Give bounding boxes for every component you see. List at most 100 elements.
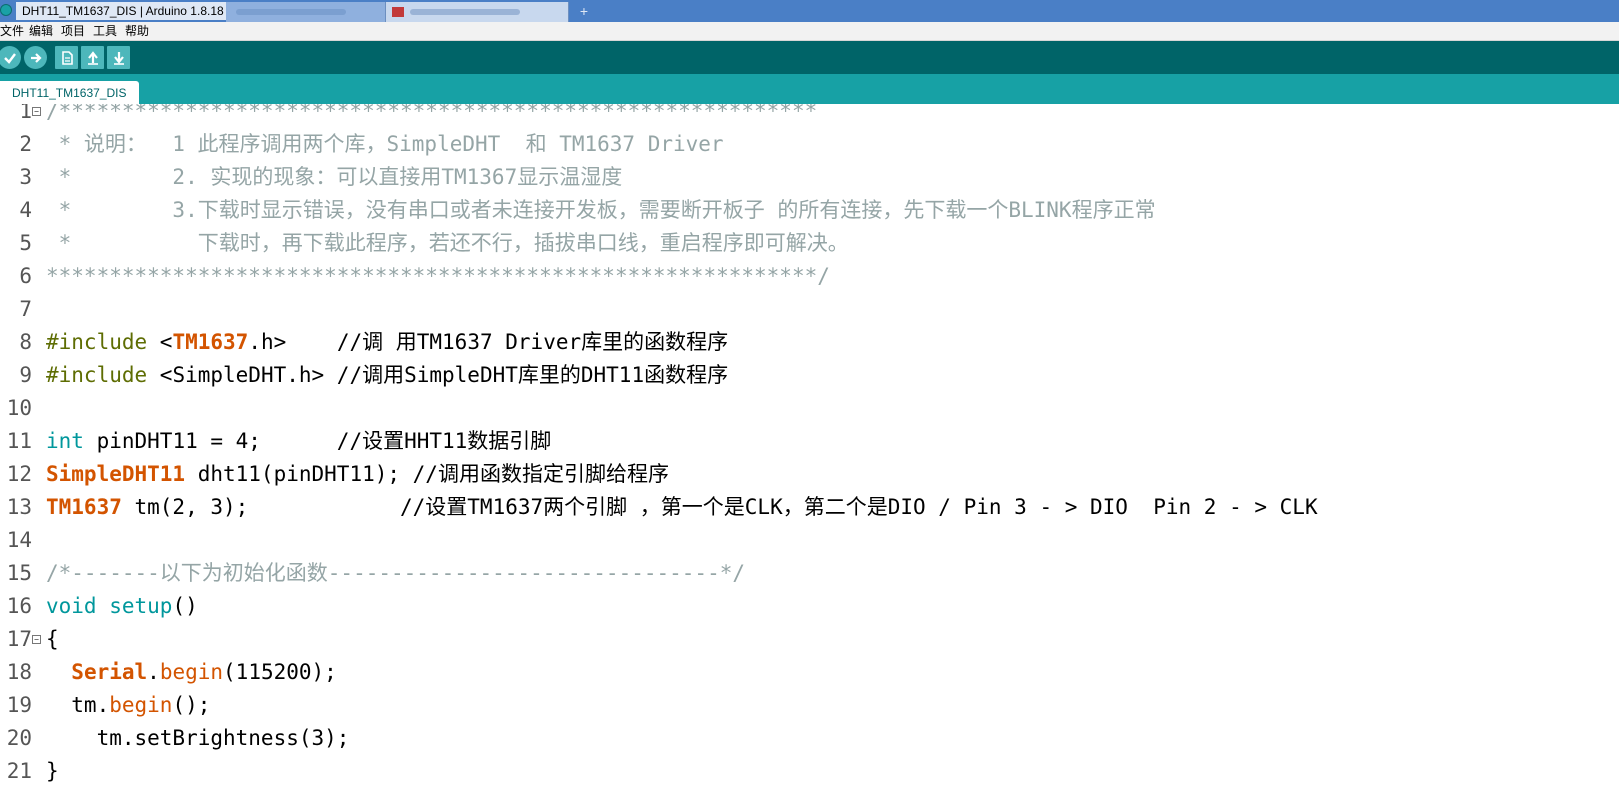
code-token-text: {	[46, 627, 59, 651]
code-line[interactable]: SimpleDHT11 dht11(pinDHT11); //调用函数指定引脚给…	[46, 458, 669, 491]
line-number: 8	[19, 330, 32, 354]
code-token-kw: int	[46, 429, 84, 453]
line-number: 18	[6, 660, 32, 684]
code-editor[interactable]: 1−2 3 4 5 6 7 8 9 10 11 12 13 14 15 16 17−18 19 20 21 /***…	[0, 104, 1619, 812]
line-number: 15	[6, 561, 32, 585]
code-token-kw: void	[46, 594, 97, 618]
line-number: 1	[19, 104, 32, 123]
check-icon	[3, 52, 16, 64]
code-line[interactable]: void setup()	[46, 590, 198, 623]
blurred-tab-title	[236, 9, 346, 15]
line-number: 3	[19, 165, 32, 189]
code-token-comment: * 2. 实现的现象：可以直接用TM1367显示温湿度	[46, 165, 623, 189]
upload-button[interactable]	[24, 46, 47, 69]
code-line[interactable]: tm.begin();	[46, 689, 210, 722]
line-number: 20	[6, 726, 32, 750]
line-number: 2	[19, 132, 32, 156]
code-token-comment: * 下载时，再下载此程序，若还不行，插拔串口线，重启程序即可解决。	[46, 231, 849, 255]
code-line[interactable]: }	[46, 755, 59, 788]
code-token-func: begin	[109, 693, 173, 717]
line-number: 9	[19, 363, 32, 387]
line-number: 19	[6, 693, 32, 717]
fold-toggle-icon[interactable]: −	[32, 107, 41, 116]
background-window-tab[interactable]	[226, 2, 386, 22]
new-tab-plus-icon[interactable]: +	[574, 2, 594, 20]
arrow-right-icon	[30, 52, 42, 63]
code-line[interactable]: #include <SimpleDHT.h> //调用SimpleDHT库里的D…	[46, 359, 728, 392]
code-token-comment: * 3.下载时显示错误，没有串口或者未连接开发板，需要断开板子 的所有连接，先下…	[46, 198, 1156, 222]
code-token-comment: /*-------以下为初始化函数-----------------------…	[46, 561, 746, 585]
code-token-dir: #include	[46, 330, 148, 354]
code-token-text: ();	[172, 693, 211, 717]
background-window-tab[interactable]	[386, 2, 569, 22]
code-token-text: //调 用TM1637 Driver库里的函数程序	[336, 330, 729, 354]
fold-toggle-icon[interactable]: −	[32, 635, 41, 644]
line-number: 21	[6, 759, 32, 783]
sketch-tab-bar: DHT11_TM1637_DIS	[0, 74, 1619, 104]
code-token-type: SimpleDHT11	[46, 462, 186, 486]
menu-edit[interactable]: 编辑	[29, 22, 53, 40]
code-token-type: Serial	[71, 660, 148, 684]
code-line[interactable]: * 下载时，再下载此程序，若还不行，插拔串口线，重启程序即可解决。	[46, 227, 849, 260]
menu-help[interactable]: 帮助	[125, 22, 149, 40]
code-token-type: TM1637	[46, 495, 122, 519]
title-bar: DHT11_TM1637_DIS | Arduino 1.8.18 +	[0, 0, 1619, 22]
code-token-comment: * 说明： 1 此程序调用两个库，SimpleDHT 和 TM1637 Driv…	[46, 132, 724, 156]
tab-favicon-icon	[392, 7, 404, 17]
line-number: 4	[19, 198, 32, 222]
line-number: 17	[6, 627, 32, 651]
code-line[interactable]: {	[46, 623, 59, 656]
menu-tools[interactable]: 工具	[93, 22, 117, 40]
line-number: 10	[6, 396, 32, 420]
code-token-text: <	[147, 330, 173, 354]
code-line[interactable]: * 说明： 1 此程序调用两个库，SimpleDHT 和 TM1637 Driv…	[46, 128, 724, 161]
code-line[interactable]: Serial.begin(115200);	[46, 656, 337, 689]
line-number-gutter: 1−2 3 4 5 6 7 8 9 10 11 12 13 14 15 16 17−18 19 20 21	[0, 104, 44, 812]
code-token-text: pinDHT11 = 4; //设置HHT11数据引脚	[83, 429, 552, 453]
code-line[interactable]: tm.setBrightness(3);	[46, 722, 350, 755]
new-button[interactable]	[55, 46, 78, 69]
verify-button[interactable]	[0, 46, 21, 69]
line-number: 7	[19, 297, 32, 321]
arrow-down-icon	[113, 51, 124, 65]
code-line[interactable]: * 2. 实现的现象：可以直接用TM1367显示温湿度	[46, 161, 623, 194]
code-token-dir: #include	[46, 363, 148, 387]
menu-sketch[interactable]: 项目	[61, 22, 85, 40]
line-number: 11	[6, 429, 32, 453]
line-number: 16	[6, 594, 32, 618]
code-token-text: tm(2, 3); //设置TM1637两个引脚 ，第一个是CLK，第二个是DI…	[121, 495, 1318, 519]
code-token-text: tm.setBrightness(3);	[46, 726, 350, 750]
code-token-lib: TM1637	[172, 330, 249, 354]
tab-sketch[interactable]: DHT11_TM1637_DIS	[0, 81, 139, 104]
code-token-text: .	[147, 660, 160, 684]
file-icon	[61, 50, 73, 65]
code-token-kw: setup	[109, 594, 173, 618]
menu-bar: 文件 编辑 项目 工具 帮助	[0, 22, 1619, 41]
window-title: DHT11_TM1637_DIS | Arduino 1.8.18	[16, 2, 230, 20]
open-button[interactable]	[81, 46, 104, 69]
line-number: 13	[6, 495, 32, 519]
line-number: 12	[6, 462, 32, 486]
arrow-up-icon	[87, 50, 98, 65]
code-line[interactable]: ****************************************…	[46, 260, 830, 293]
code-token-text: .h>	[248, 330, 337, 354]
code-line[interactable]: /*-------以下为初始化函数-----------------------…	[46, 557, 745, 590]
code-token-text: (115200);	[223, 660, 337, 684]
code-line[interactable]: TM1637 tm(2, 3); //设置TM1637两个引脚 ，第一个是CLK…	[46, 491, 1318, 524]
menu-file[interactable]: 文件	[0, 22, 24, 40]
code-line[interactable]: #include <TM1637.h> //调 用TM1637 Driver库里…	[46, 326, 728, 359]
code-token-func: begin	[159, 660, 224, 684]
line-number: 6	[19, 264, 32, 288]
blurred-tab-title	[410, 9, 520, 15]
code-token-comment: /***************************************…	[46, 104, 818, 123]
arduino-app-icon	[0, 4, 12, 16]
code-line[interactable]: * 3.下载时显示错误，没有串口或者未连接开发板，需要断开板子 的所有连接，先下…	[46, 194, 1156, 227]
toolbar	[0, 41, 1619, 74]
save-button[interactable]	[107, 46, 130, 69]
code-line[interactable]: /***************************************…	[46, 104, 817, 128]
line-number: 14	[6, 528, 32, 552]
code-line[interactable]: int pinDHT11 = 4; //设置HHT11数据引脚	[46, 425, 551, 458]
code-token-comment: ****************************************…	[46, 264, 830, 288]
